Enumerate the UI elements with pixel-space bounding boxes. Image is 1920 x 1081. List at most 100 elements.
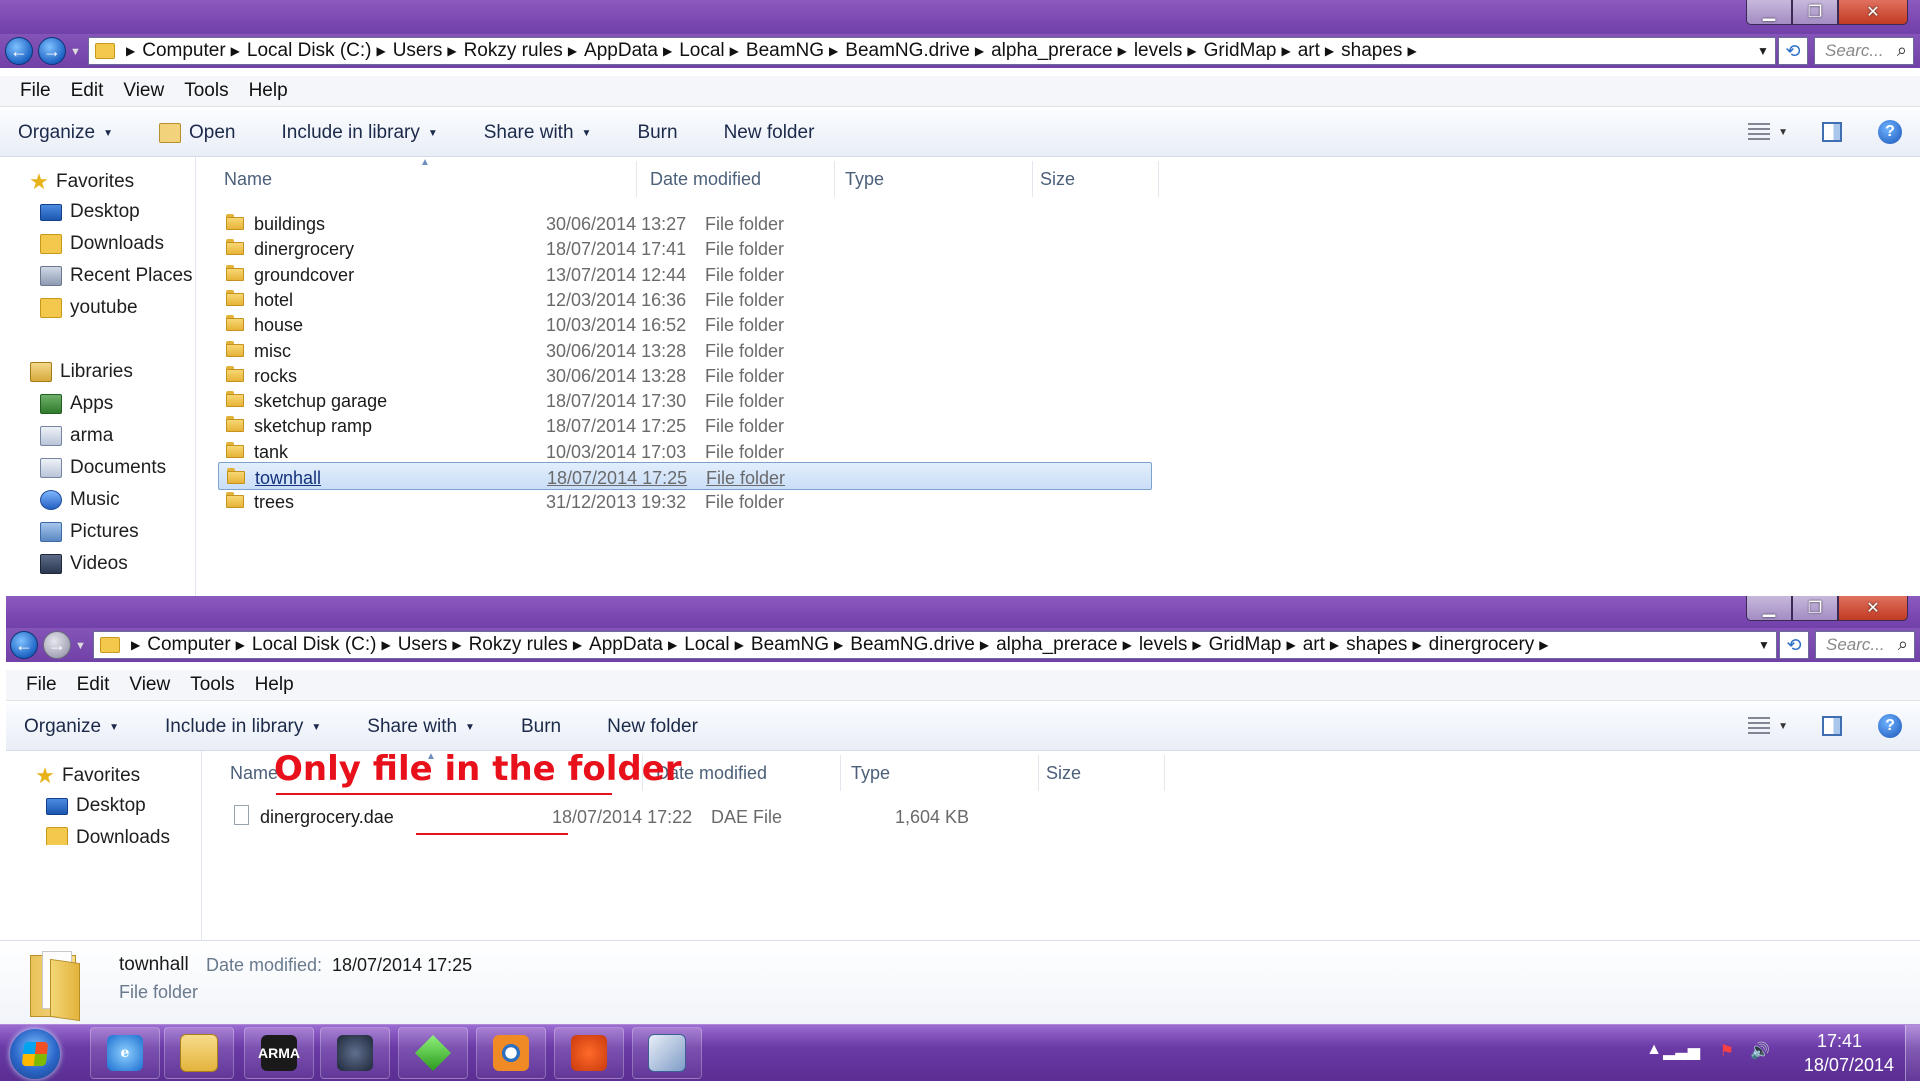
- taskbar-steam[interactable]: [320, 1027, 390, 1079]
- breadcrumb-root[interactable]: ▶: [121, 44, 142, 58]
- view-options-dropdown[interactable]: ▼: [1778, 127, 1788, 138]
- column-header-name[interactable]: Name: [230, 763, 278, 784]
- nav-arma[interactable]: arma: [40, 425, 113, 447]
- column-divider[interactable]: [1158, 161, 1159, 197]
- column-divider[interactable]: [834, 161, 835, 197]
- nav-favorites[interactable]: ★ Favorites: [34, 763, 140, 789]
- breadcrumb-item[interactable]: BeamNG ▶: [746, 40, 845, 62]
- file-row[interactable]: misc 30/06/2014 13:28 File folder: [218, 336, 1152, 364]
- column-header-date[interactable]: Date modified: [650, 169, 761, 190]
- breadcrumb-separator-icon[interactable]: ▶: [668, 638, 677, 652]
- close-button[interactable]: ✕: [1838, 0, 1908, 25]
- menu-edit[interactable]: Edit: [77, 674, 110, 696]
- file-row[interactable]: dinergrocery.dae 18/07/2014 17:22 DAE File…: [224, 802, 1158, 830]
- column-divider[interactable]: [1032, 161, 1033, 197]
- volume-icon[interactable]: 🔊: [1750, 1041, 1770, 1061]
- refresh-button[interactable]: ⟲: [1779, 631, 1809, 659]
- column-divider[interactable]: [1164, 755, 1165, 791]
- organize-button[interactable]: Organize ▼: [24, 716, 119, 738]
- breadcrumb-separator-icon[interactable]: ▶: [1325, 44, 1334, 58]
- breadcrumb-item[interactable]: alpha_prerace ▶: [996, 634, 1139, 656]
- breadcrumb-separator-icon[interactable]: ▶: [1192, 638, 1201, 652]
- action-center-flag-icon[interactable]: ⚑: [1720, 1041, 1734, 1061]
- breadcrumb-separator-icon[interactable]: ▶: [1123, 638, 1132, 652]
- breadcrumb-item[interactable]: Local Disk (C:) ▶: [252, 634, 398, 656]
- breadcrumb-separator-icon[interactable]: ▶: [568, 44, 577, 58]
- breadcrumb-separator-icon[interactable]: ▶: [236, 638, 245, 652]
- breadcrumb-separator-icon[interactable]: ▶: [663, 44, 672, 58]
- breadcrumb-item[interactable]: levels ▶: [1134, 40, 1204, 62]
- burn-button[interactable]: Burn: [637, 122, 677, 144]
- breadcrumb-item[interactable]: GridMap ▶: [1209, 634, 1303, 656]
- address-dropdown[interactable]: ▼: [1751, 38, 1775, 64]
- back-button[interactable]: ←: [10, 631, 38, 659]
- breadcrumb-separator-icon[interactable]: ▶: [1412, 638, 1421, 652]
- recent-pages-dropdown[interactable]: ▼: [75, 640, 86, 652]
- nav-libraries[interactable]: Libraries: [30, 361, 133, 383]
- taskbar-blender[interactable]: [476, 1027, 546, 1079]
- breadcrumb-separator-icon[interactable]: ▶: [447, 44, 456, 58]
- view-options-dropdown[interactable]: ▼: [1778, 721, 1788, 732]
- taskbar-origin[interactable]: [554, 1027, 624, 1079]
- nav-recent-places[interactable]: Recent Places: [40, 265, 193, 287]
- help-icon[interactable]: ?: [1878, 120, 1902, 144]
- breadcrumb-separator-icon[interactable]: ▶: [1287, 638, 1296, 652]
- breadcrumb-separator-icon[interactable]: ▶: [735, 638, 744, 652]
- breadcrumb-item[interactable]: Local ▶: [684, 634, 751, 656]
- nav-documents[interactable]: Documents: [40, 457, 166, 479]
- breadcrumb-separator-icon[interactable]: ▶: [975, 44, 984, 58]
- menu-view[interactable]: View: [129, 674, 170, 696]
- file-row[interactable]: hotel 12/03/2014 16:36 File folder: [218, 285, 1152, 313]
- nav-downloads[interactable]: Downloads: [40, 233, 164, 255]
- breadcrumb-separator-icon[interactable]: ▶: [1330, 638, 1339, 652]
- file-row[interactable]: rocks 30/06/2014 13:28 File folder: [218, 361, 1152, 389]
- preview-pane-icon[interactable]: [1822, 716, 1842, 736]
- nav-music[interactable]: Music: [40, 489, 120, 511]
- close-button[interactable]: ✕: [1838, 596, 1908, 621]
- breadcrumb-item[interactable]: shapes ▶: [1341, 40, 1424, 62]
- column-header-type[interactable]: Type: [851, 763, 890, 784]
- share-with-button[interactable]: Share with ▼: [484, 122, 592, 144]
- breadcrumb-separator-icon[interactable]: ▶: [452, 638, 461, 652]
- forward-button[interactable]: →: [43, 631, 71, 659]
- include-in-library-button[interactable]: Include in library ▼: [165, 716, 321, 738]
- taskbar-paint[interactable]: [632, 1027, 702, 1079]
- maximize-button[interactable]: ❐: [1792, 596, 1838, 621]
- breadcrumb-separator-icon[interactable]: ▶: [376, 44, 385, 58]
- breadcrumb-separator-icon[interactable]: ▶: [1407, 44, 1416, 58]
- search-input[interactable]: Searc... ⌕: [1815, 631, 1915, 659]
- refresh-button[interactable]: ⟲: [1778, 37, 1808, 65]
- file-row[interactable]: groundcover 13/07/2014 12:44 File folder: [218, 260, 1152, 288]
- taskbar-internet-explorer[interactable]: e: [90, 1027, 160, 1079]
- nav-videos[interactable]: Videos: [40, 553, 128, 575]
- breadcrumb-separator-icon[interactable]: ▶: [231, 44, 240, 58]
- menu-help[interactable]: Help: [249, 80, 288, 102]
- column-header-size[interactable]: Size: [1046, 763, 1081, 784]
- change-view-icon[interactable]: [1748, 123, 1771, 141]
- new-folder-button[interactable]: New folder: [607, 716, 698, 738]
- breadcrumb-item[interactable]: AppData ▶: [584, 40, 679, 62]
- change-view-icon[interactable]: [1748, 717, 1771, 735]
- breadcrumb-separator-icon[interactable]: ▶: [381, 638, 390, 652]
- show-desktop-button[interactable]: [1905, 1025, 1920, 1081]
- file-row[interactable]: tank 10/03/2014 17:03 File folder: [218, 437, 1152, 465]
- menu-help[interactable]: Help: [255, 674, 294, 696]
- file-row[interactable]: sketchup ramp 18/07/2014 17:25 File folder: [218, 411, 1152, 439]
- column-divider[interactable]: [1038, 755, 1039, 791]
- breadcrumb-item[interactable]: art ▶: [1298, 40, 1341, 62]
- nav-pictures[interactable]: Pictures: [40, 521, 139, 543]
- breadcrumb-item[interactable]: alpha_prerace ▶: [991, 40, 1134, 62]
- maximize-button[interactable]: ❐: [1792, 0, 1838, 25]
- breadcrumb-item[interactable]: BeamNG ▶: [751, 634, 850, 656]
- breadcrumb-item[interactable]: Local Disk (C:) ▶: [247, 40, 393, 62]
- breadcrumb-item[interactable]: BeamNG.drive ▶: [850, 634, 996, 656]
- breadcrumb-item[interactable]: dinergrocery ▶: [1429, 634, 1556, 656]
- breadcrumb-item[interactable]: Rokzy rules ▶: [464, 40, 584, 62]
- file-row[interactable]: trees 31/12/2013 19:32 File folder: [218, 487, 1152, 515]
- menu-view[interactable]: View: [123, 80, 164, 102]
- nav-favorites[interactable]: ★ Favorites: [28, 169, 134, 195]
- taskbar-sims[interactable]: [398, 1027, 468, 1079]
- minimize-button[interactable]: ▁: [1746, 596, 1792, 621]
- breadcrumb-separator-icon[interactable]: ▶: [1282, 44, 1291, 58]
- nav-downloads[interactable]: Downloads: [46, 827, 170, 845]
